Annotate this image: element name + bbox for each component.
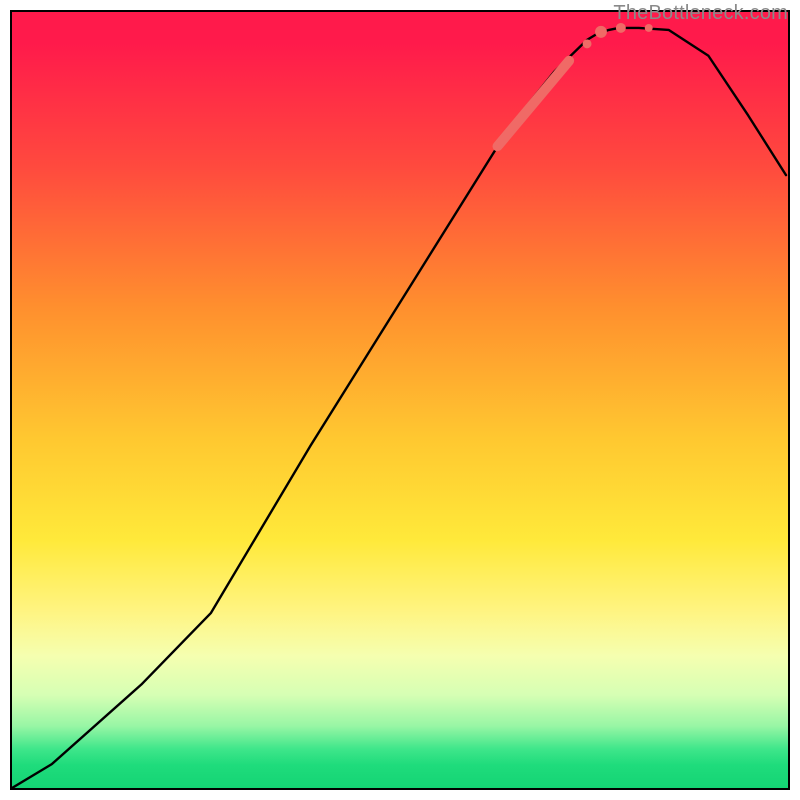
bottleneck-curve [12, 28, 786, 788]
dot-4 [645, 24, 653, 32]
highlight-stroke [497, 61, 569, 147]
watermark-text: TheBottleneck.com [613, 2, 788, 25]
dot-1 [583, 39, 592, 48]
chart-svg [12, 12, 788, 788]
chart-frame [10, 10, 790, 790]
dot-2 [595, 26, 607, 38]
